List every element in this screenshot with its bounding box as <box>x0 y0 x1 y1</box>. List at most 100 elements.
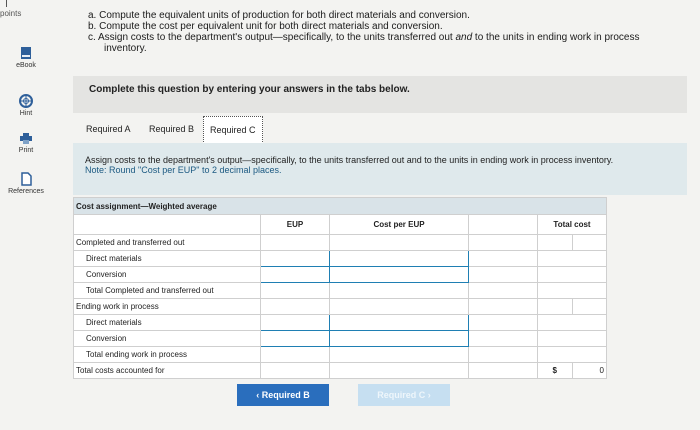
row-label: Total Completed and transferred out <box>73 282 261 299</box>
row-label: Total ending work in process <box>73 346 261 363</box>
cell <box>260 282 330 299</box>
eup-input-dm-ending[interactable] <box>260 314 330 331</box>
cell <box>329 282 469 299</box>
sidebar-item-label: Print <box>18 147 34 154</box>
prev-required-b-button[interactable]: ‹ Required B <box>237 384 329 406</box>
sidebar-item-label: eBook <box>16 62 36 69</box>
cell <box>260 346 330 363</box>
header-blank <box>73 214 261 235</box>
cell <box>329 362 469 379</box>
table-row: Direct materials <box>73 314 607 331</box>
total-cost-input-dm-ending[interactable] <box>537 314 607 331</box>
task-c-text: c. Assign costs to the department's outp… <box>88 32 456 43</box>
panel-text: Assign costs to the department's output—… <box>85 155 665 175</box>
sidebar-item-ebook[interactable]: eBook <box>4 46 48 69</box>
eup-input-conv-completed[interactable] <box>260 266 330 283</box>
cell <box>468 362 538 379</box>
sidebar-item-references[interactable]: References <box>4 172 48 195</box>
cell <box>537 298 573 315</box>
table-row: Ending work in process <box>73 298 607 315</box>
total-cost-input-conv-ending[interactable] <box>537 330 607 347</box>
row-label: Direct materials <box>73 314 261 331</box>
sidebar-item-label: References <box>8 188 44 195</box>
task-b: b. Compute the cost per equivalent unit … <box>88 21 443 32</box>
book-icon <box>21 47 31 59</box>
question-panel: Assign costs to the department's output—… <box>73 143 687 195</box>
cell <box>329 298 469 315</box>
task-c-emphasis: and <box>455 32 473 43</box>
cell <box>468 234 538 251</box>
header-spacer <box>468 214 538 235</box>
sidebar-item-label: Hint <box>19 110 33 117</box>
task-list: a. Compute the equivalent units of produ… <box>88 10 688 54</box>
total-cost-completed[interactable] <box>537 282 607 299</box>
table-row: Total costs accounted for $ 0 <box>73 362 607 379</box>
divider <box>6 0 7 7</box>
row-label: Ending work in process <box>73 298 261 315</box>
currency-symbol: $ <box>537 362 573 379</box>
table-row: Conversion <box>73 330 607 347</box>
row-label: Total costs accounted for <box>73 362 261 379</box>
table-title: Cost assignment—Weighted average <box>73 197 607 215</box>
lifebuoy-icon <box>19 94 33 108</box>
cell <box>537 234 573 251</box>
points-label: points <box>0 9 22 18</box>
sidebar-item-hint[interactable]: Hint <box>4 94 48 117</box>
cell <box>260 298 330 315</box>
cell <box>468 314 538 331</box>
cost-per-eup-input-conv-completed[interactable] <box>329 266 469 283</box>
document-icon <box>21 172 32 186</box>
panel-instruction: Assign costs to the department's output—… <box>85 155 614 165</box>
row-label: Completed and transferred out <box>73 234 261 251</box>
cell <box>329 346 469 363</box>
header-cost-per-eup: Cost per EUP <box>329 214 469 235</box>
sidebar: points eBook Hint Print References <box>0 0 55 430</box>
panel-note: Note: Round "Cost per EUP" to 2 decimal … <box>85 165 282 175</box>
header-eup: EUP <box>260 214 330 235</box>
eup-input-conv-ending[interactable] <box>260 330 330 347</box>
cost-per-eup-input-conv-ending[interactable] <box>329 330 469 347</box>
cell <box>571 298 607 315</box>
tab-required-c[interactable]: Required C <box>203 116 263 144</box>
cell <box>260 362 330 379</box>
cell <box>468 330 538 347</box>
table-header-row: EUP Cost per EUP Total cost <box>73 214 607 235</box>
task-a: a. Compute the equivalent units of produ… <box>88 10 470 21</box>
table-row: Total Completed and transferred out <box>73 282 607 299</box>
total-cost-ending[interactable] <box>537 346 607 363</box>
row-label: Conversion <box>73 266 261 283</box>
task-c: c. Assign costs to the department's outp… <box>88 32 688 43</box>
row-label: Direct materials <box>73 250 261 267</box>
cell <box>468 346 538 363</box>
total-cost-input-dm-completed[interactable] <box>537 250 607 267</box>
header-total-cost: Total cost <box>537 214 607 235</box>
cost-assignment-table: Cost assignment—Weighted average EUP Cos… <box>73 197 607 379</box>
row-label: Conversion <box>73 330 261 347</box>
eup-input-dm-completed[interactable] <box>260 250 330 267</box>
printer-icon <box>20 133 32 144</box>
cell <box>468 266 538 283</box>
sidebar-item-print[interactable]: Print <box>4 131 48 154</box>
task-c-text-end: to the units in ending work in process <box>472 32 640 43</box>
total-cost-input-conv-completed[interactable] <box>537 266 607 283</box>
cell <box>468 298 538 315</box>
cost-per-eup-input-dm-ending[interactable] <box>329 314 469 331</box>
table-row: Completed and transferred out <box>73 234 607 251</box>
cell <box>468 282 538 299</box>
next-required-c-button[interactable]: Required C › <box>358 384 450 406</box>
table-row: Total ending work in process <box>73 346 607 363</box>
table-row: Direct materials <box>73 250 607 267</box>
table-title-row: Cost assignment—Weighted average <box>73 197 607 215</box>
cell <box>329 234 469 251</box>
instruction-banner: Complete this question by entering your … <box>73 76 687 113</box>
tab-required-b[interactable]: Required B <box>149 116 194 142</box>
banner-text: Complete this question by entering your … <box>89 84 410 95</box>
total-costs-accounted-for-value: 0 <box>571 362 607 379</box>
table-row: Conversion <box>73 266 607 283</box>
cell <box>571 234 607 251</box>
task-c-continued: inventory. <box>104 43 147 54</box>
cell <box>260 234 330 251</box>
cost-per-eup-input-dm-completed[interactable] <box>329 250 469 267</box>
cell <box>468 250 538 267</box>
tab-required-a[interactable]: Required A <box>86 116 131 142</box>
